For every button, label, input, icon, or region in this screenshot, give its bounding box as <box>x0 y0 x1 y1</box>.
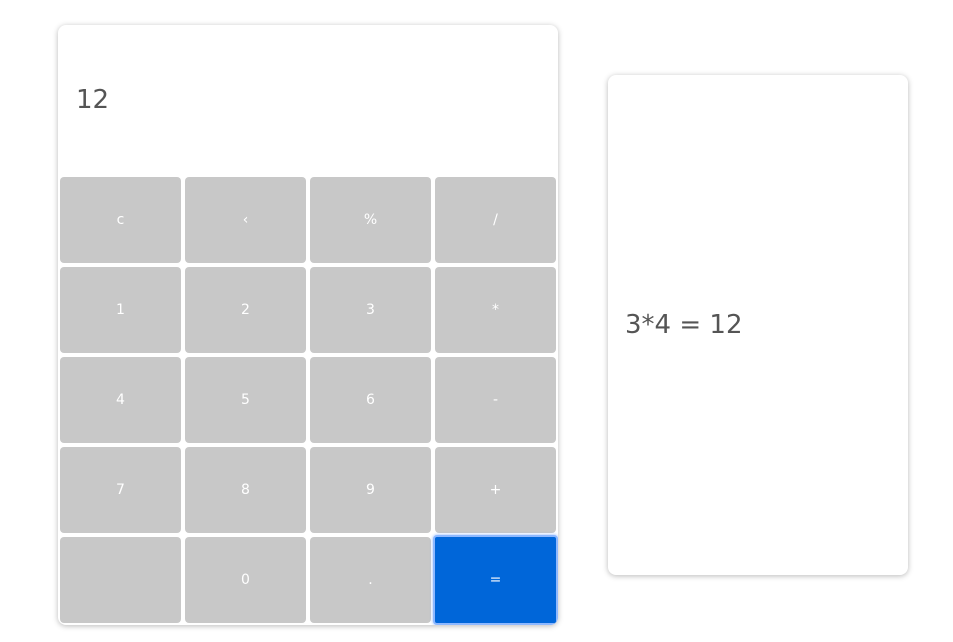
backspace-button[interactable]: ‹ <box>185 177 306 263</box>
history-entry: 3*4 = 12 <box>625 310 743 340</box>
digit-6-button[interactable]: 6 <box>310 357 431 443</box>
percent-button[interactable]: % <box>310 177 431 263</box>
digit-5-button[interactable]: 5 <box>185 357 306 443</box>
multiply-button[interactable]: * <box>435 267 556 353</box>
digit-4-button[interactable]: 4 <box>60 357 181 443</box>
equals-button[interactable]: = <box>433 535 558 625</box>
history-panel: 3*4 = 12 <box>608 75 908 575</box>
digit-0-button[interactable]: 0 <box>185 537 306 623</box>
keypad: c ‹ % / 1 2 3 * 4 5 6 - 7 8 9 + 0 . = <box>60 177 558 625</box>
calculator-display: 12 <box>58 25 558 175</box>
digit-2-button[interactable]: 2 <box>185 267 306 353</box>
calculator-panel: 12 c ‹ % / 1 2 3 * 4 5 6 - 7 8 9 + 0 . = <box>58 25 558 625</box>
digit-3-button[interactable]: 3 <box>310 267 431 353</box>
digit-1-button[interactable]: 1 <box>60 267 181 353</box>
clear-button[interactable]: c <box>60 177 181 263</box>
digit-9-button[interactable]: 9 <box>310 447 431 533</box>
blank-button[interactable] <box>60 537 181 623</box>
display-value: 12 <box>76 85 110 115</box>
decimal-button[interactable]: . <box>310 537 431 623</box>
digit-7-button[interactable]: 7 <box>60 447 181 533</box>
add-button[interactable]: + <box>435 447 556 533</box>
divide-button[interactable]: / <box>435 177 556 263</box>
digit-8-button[interactable]: 8 <box>185 447 306 533</box>
subtract-button[interactable]: - <box>435 357 556 443</box>
